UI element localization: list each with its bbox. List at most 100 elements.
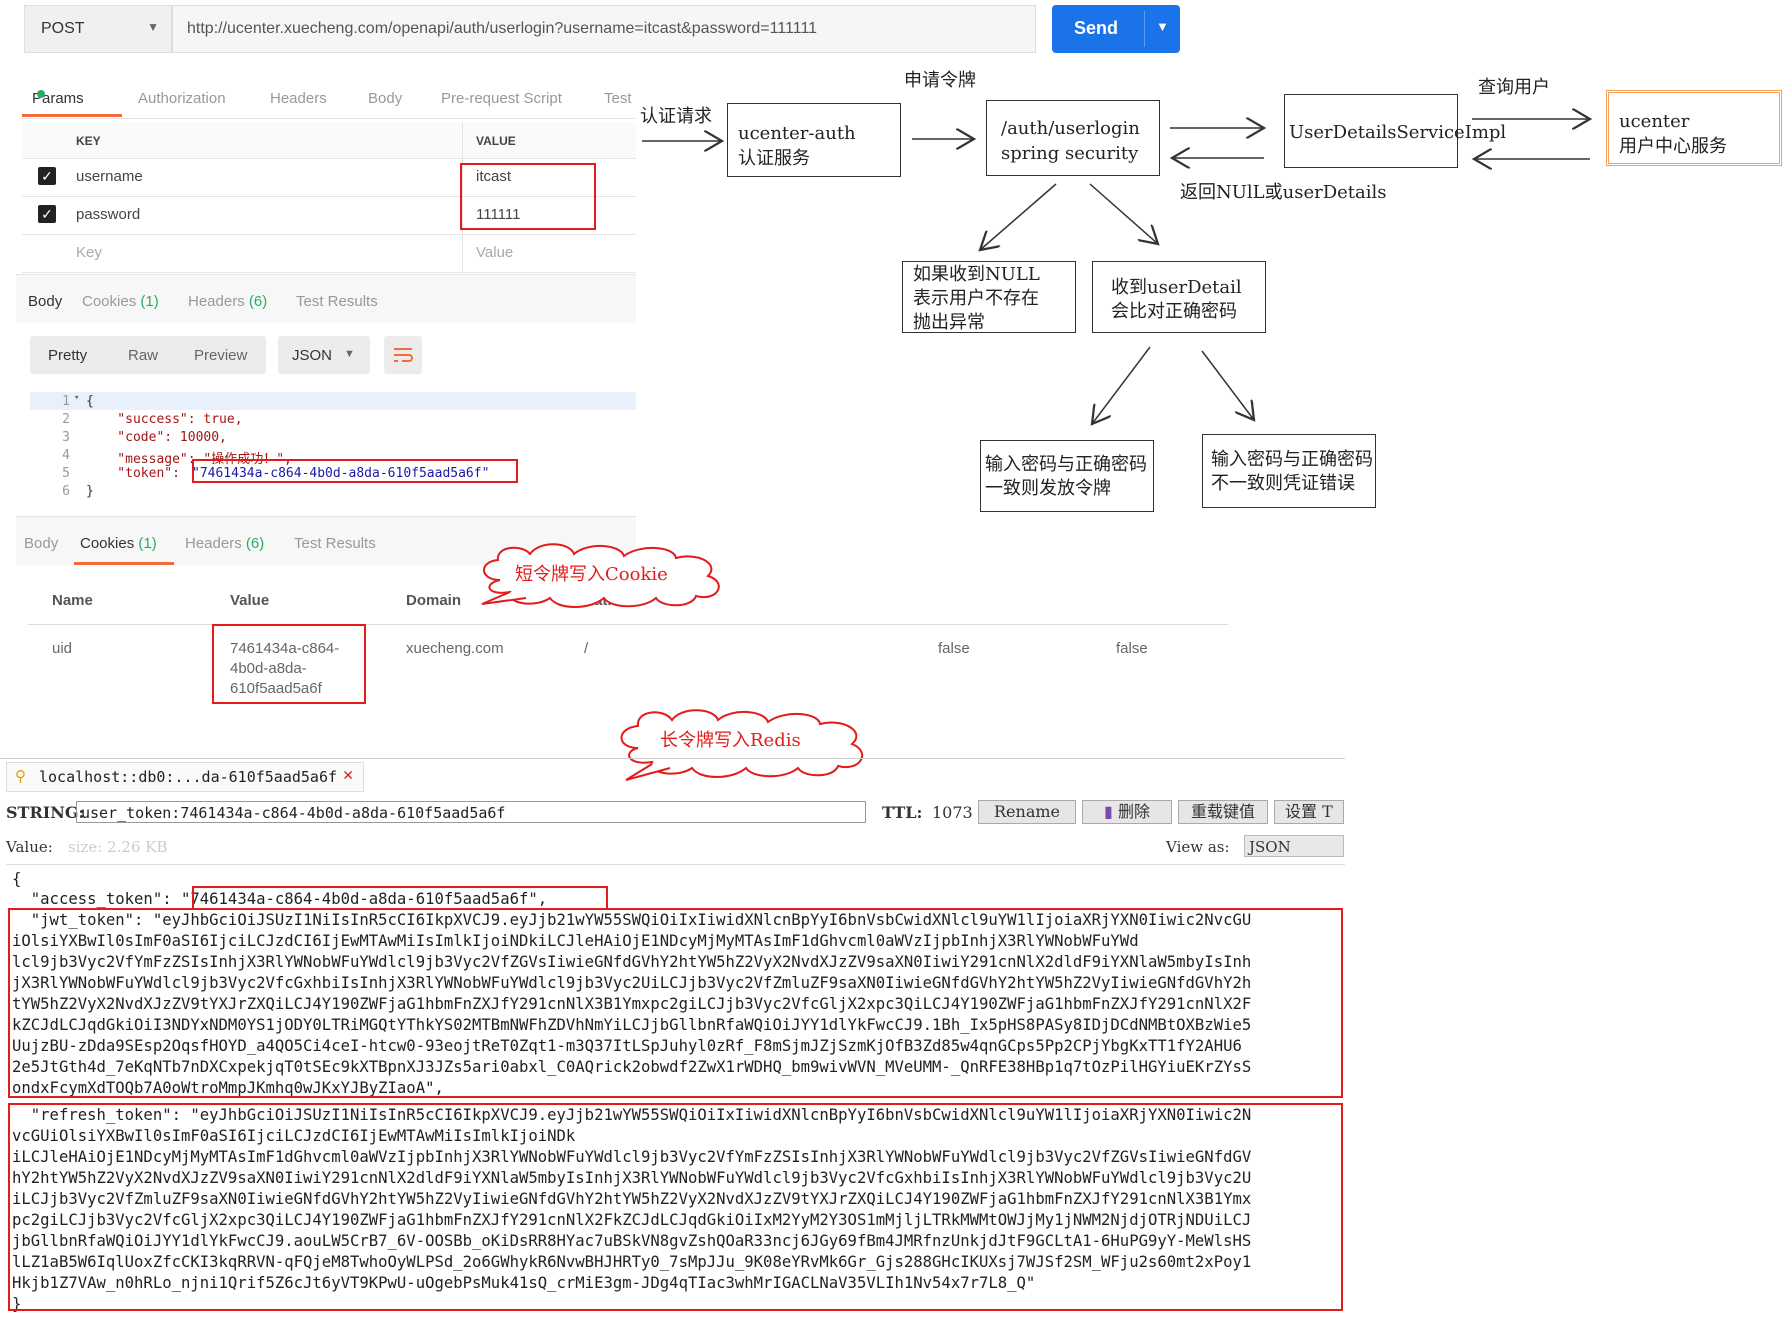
col-name: Name [52,592,93,609]
highlight-box [212,624,366,704]
wrap-lines-button[interactable] [384,336,422,374]
userlogin-box: /auth/userlogin spring security [986,100,1160,176]
box-line: 表示用户不存在 [913,288,1039,309]
box-line: /auth/userlogin [1001,118,1140,139]
chevron-down-icon[interactable]: ▼ [1156,19,1169,34]
tab-cookies[interactable]: Cookies (1) [80,535,157,552]
method-select[interactable]: POST ▼ [24,5,172,53]
line-number: 3 [62,430,70,445]
box-line: ucenter-auth [738,123,856,144]
received-box: 收到userDetail 会比对正确密码 [1092,261,1266,333]
return-label: 返回NUlL或userDetails [1180,182,1387,203]
redis-tab[interactable]: ⚲ localhost::db0:...da-610f5aad5a6f ✕ [6,762,364,792]
trash-icon: ▮ [1104,802,1113,821]
tab-test-results[interactable]: Test Results [294,535,376,552]
param-key[interactable]: username [76,168,143,185]
line-number: 5 [62,466,70,481]
redis-key-input[interactable]: user_token:7461434a-c864-4b0d-a8da-610f5… [76,801,866,823]
box-line: UserDetailsServiceImpl [1289,122,1507,143]
tab-cookies[interactable]: Cookies (1) [82,293,159,310]
request-bar: POST ▼ http://ucenter.xuecheng.com/opena… [24,5,1180,55]
send-divider [1144,11,1145,47]
ucenter-auth-box: ucenter-auth 认证服务 [727,103,901,177]
tab-active-underline [74,562,174,565]
format-label: JSON [292,347,333,364]
col-value: Value [230,592,270,609]
table-divider [28,624,1228,625]
userdetails-box: UserDetailsServiceImpl [1284,94,1506,168]
tab-headers-count: (6) [245,535,265,552]
chevron-down-icon: ▼ [344,348,355,360]
string-label: STRING: [6,803,85,822]
raw-button[interactable]: Raw [128,347,158,364]
json-line: { [12,870,22,888]
delete-button[interactable]: ▮ 删除 [1082,800,1172,824]
checkbox-checked-icon[interactable]: ✓ [38,205,56,223]
view-as-select[interactable]: JSON [1244,835,1344,857]
key-column-header: KEY [76,134,101,148]
current-line-highlight [30,392,636,410]
tab-headers-label: Headers [185,535,242,552]
tab-authorization[interactable]: Authorization [138,90,226,107]
auth-request-label: 认证请求 [640,106,712,127]
mismatch-box: 输入密码与正确密码 不一致则凭证错误 [1202,434,1376,508]
null-box: 如果收到NULL 表示用户不存在 抛出异常 [902,261,1076,333]
match-box: 输入密码与正确密码 一致则发放令牌 [980,440,1154,512]
tab-body[interactable]: Body [28,293,62,310]
value-label: Value: [6,838,53,856]
wrap-icon [394,348,413,362]
value-column-header: VALUE [476,134,516,148]
code-line: "token": [86,466,188,481]
apply-token-label: 申请令牌 [904,70,976,91]
tab-pre-request-script[interactable]: Pre-request Script [441,90,562,107]
code-line: { [86,394,94,409]
size-label: size: 2.26 KB [68,838,168,856]
param-key[interactable]: password [76,206,140,223]
box-line: 会比对正确密码 [1111,301,1237,322]
close-icon[interactable]: ✕ [343,765,353,785]
cookie-name: uid [52,640,73,657]
short-token-label: 短令牌写入Cookie [515,564,668,585]
cookie-secure: false [1116,640,1148,657]
checkbox-checked-icon[interactable]: ✓ [38,167,56,185]
box-line: 认证服务 [738,148,810,169]
reload-button[interactable]: 重载键值 [1178,800,1268,824]
tab-body[interactable]: Body [368,90,402,107]
tab-headers[interactable]: Headers (6) [185,535,264,552]
highlight-box [8,908,1343,1098]
box-line: 如果收到NULL [913,264,1040,285]
key-pin-icon: ⚲ [15,767,26,785]
divider [0,758,1345,759]
chevron-down-icon: ▼ [147,20,159,34]
redis-tab-title: localhost::db0:...da-610f5aad5a6f [39,768,338,786]
cookie-domain: xuecheng.com [406,640,504,657]
tab-headers[interactable]: Headers [270,90,327,107]
format-select[interactable]: JSON ▼ [278,336,370,374]
box-line: 输入密码与正确密码 [1211,449,1373,470]
view-as-label: View as: [1166,838,1230,856]
pretty-button[interactable]: Pretty [48,347,87,364]
ttl-label: TTL: [882,803,923,822]
preview-button[interactable]: Preview [194,347,247,364]
box-line: 用户中心服务 [1619,136,1727,157]
key-placeholder[interactable]: Key [76,244,102,261]
tab-cookies-label: Cookies [82,293,137,310]
value-placeholder[interactable]: Value [476,244,513,261]
send-button[interactable]: Send ▼ [1052,5,1180,53]
ucenter-box: ucenter 用户中心服务 [1606,90,1782,166]
params-active-dot [37,90,45,98]
line-number: 2 [62,412,70,427]
tab-test-results[interactable]: Test Results [296,293,378,310]
rename-button[interactable]: Rename [978,800,1076,824]
set-ttl-button[interactable]: 设置 T [1274,800,1344,824]
method-label: POST [41,20,85,37]
tab-headers[interactable]: Headers (6) [188,293,267,310]
fold-caret-icon[interactable]: ▾ [74,393,79,403]
send-label: Send [1074,18,1119,38]
url-input[interactable]: http://ucenter.xuecheng.com/openapi/auth… [172,5,1036,53]
tab-body[interactable]: Body [24,535,58,552]
tab-tests[interactable]: Test [604,90,632,107]
code-line: } [86,484,94,499]
box-line: 抛出异常 [913,312,985,333]
box-line: ucenter [1619,111,1690,132]
